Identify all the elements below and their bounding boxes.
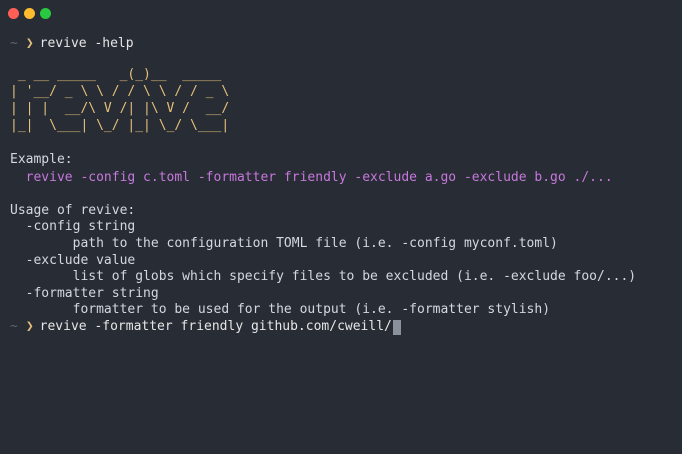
usage-header: Usage of revive: — [10, 203, 136, 218]
command-text: revive -help — [39, 36, 134, 51]
zoom-button[interactable] — [40, 8, 51, 19]
home-dir-symbol: ~ — [10, 36, 18, 51]
example-command: revive -config c.toml -formatter friendl… — [10, 170, 613, 185]
prompt-line-2[interactable]: ~ ❯ revive -formatter friendly github.co… — [10, 319, 401, 335]
home-dir-symbol: ~ — [10, 319, 18, 334]
flag-config-desc: path to the configuration TOML file (i.e… — [10, 236, 558, 251]
close-button[interactable] — [8, 8, 19, 19]
text-cursor — [392, 319, 401, 335]
flag-exclude: -exclude value — [10, 253, 136, 268]
title-bar — [0, 0, 682, 26]
prompt-arrow-icon: ❯ — [25, 319, 34, 334]
prompt-arrow-icon: ❯ — [25, 36, 34, 51]
terminal-window: ~ ❯ revive -help _ __ _____ _(_)__ _____… — [0, 0, 682, 454]
minimize-button[interactable] — [24, 8, 35, 19]
flag-config: -config string — [10, 219, 136, 234]
flag-exclude-desc: list of globs which specify files to be … — [10, 269, 637, 284]
revive-ascii-logo: _ __ _____ _(_)__ _____ | '__/ _ \ \ / /… — [10, 67, 230, 133]
example-header: Example: — [10, 152, 73, 167]
flag-formatter: -formatter string — [10, 286, 159, 301]
flag-formatter-desc: formatter to be used for the output (i.e… — [10, 302, 551, 317]
command-input[interactable]: revive -formatter friendly github.com/cw… — [40, 319, 392, 335]
prompt-line-1: ~ ❯ revive -help — [10, 36, 134, 52]
